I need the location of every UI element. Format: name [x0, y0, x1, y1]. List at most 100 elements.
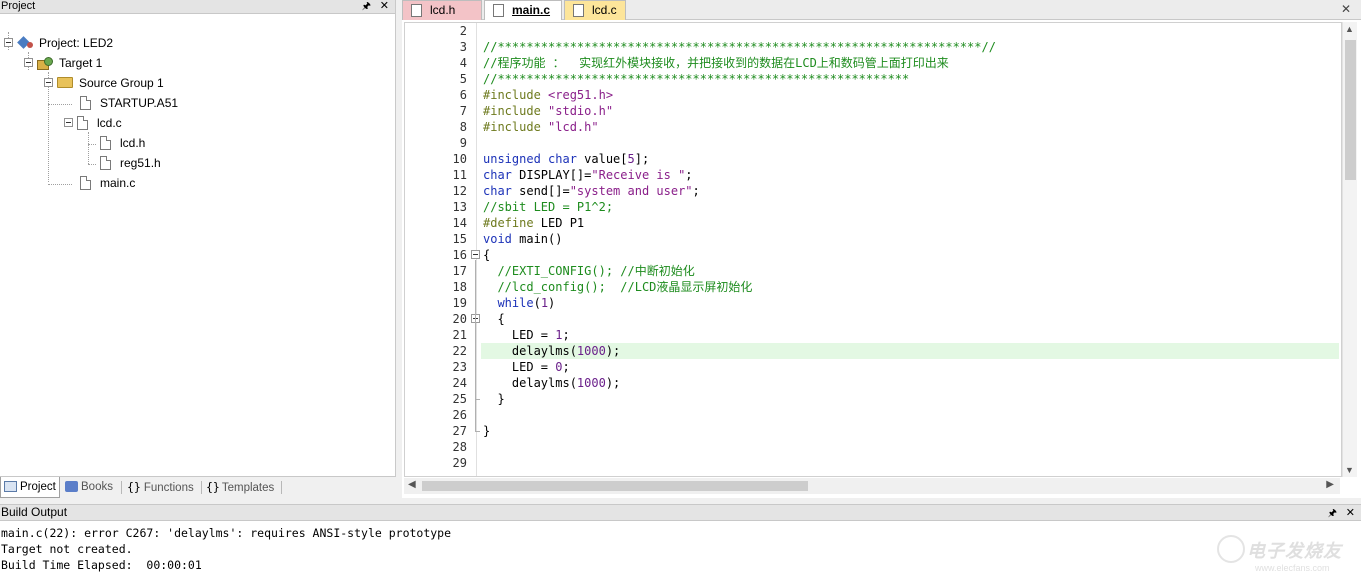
- code-line[interactable]: //**************************************…: [483, 71, 909, 87]
- code-line[interactable]: {: [483, 247, 490, 263]
- code-token: #define: [483, 216, 541, 230]
- line-number: 20: [452, 312, 467, 326]
- divider: [121, 481, 122, 494]
- tree-item-file[interactable]: lcd.c: [64, 112, 122, 132]
- tree-item-label: Project: LED2: [39, 35, 114, 50]
- scroll-right-icon[interactable]: ▶: [1326, 479, 1334, 490]
- tree-item-file[interactable]: STARTUP.A51: [80, 92, 178, 112]
- file-icon: [411, 4, 422, 17]
- scroll-left-icon[interactable]: ◀: [408, 479, 416, 490]
- code-token: while: [497, 296, 534, 310]
- fold-guide: [475, 431, 480, 432]
- tree-item-project[interactable]: Project: LED2: [4, 32, 113, 52]
- tree-item-source-group[interactable]: Source Group 1: [44, 72, 164, 92]
- tree-item-file[interactable]: main.c: [80, 172, 135, 192]
- code-line[interactable]: //sbit LED = P1^2;: [483, 199, 613, 215]
- code-token: {: [483, 248, 491, 262]
- code-line[interactable]: #include <reg51.h>: [483, 87, 613, 103]
- code-line[interactable]: //程序功能 ： 实现红外模块接收，并把接收到的数据在LCD上和数码管上面打印出…: [483, 55, 949, 71]
- code-token: char: [548, 152, 585, 166]
- code-line[interactable]: #include "stdio.h": [483, 103, 613, 119]
- code-line[interactable]: char send[]="system and user";: [483, 183, 700, 199]
- tab-functions[interactable]: {} Functions: [124, 477, 200, 498]
- target-icon: [37, 56, 53, 70]
- code-line[interactable]: }: [483, 423, 490, 439]
- tab-project[interactable]: Project: [0, 477, 60, 498]
- code-token: (: [533, 296, 541, 310]
- code-line[interactable]: LED = 0;: [483, 359, 570, 375]
- tree-guide: [48, 184, 72, 185]
- code-line[interactable]: {: [483, 311, 504, 327]
- tree-item-label: Source Group 1: [79, 75, 164, 90]
- code-line[interactable]: #include "lcd.h": [483, 119, 599, 135]
- tree-item-target[interactable]: Target 1: [24, 52, 102, 72]
- line-number: 9: [459, 136, 467, 150]
- code-editor[interactable]: 2 3 4 5 6 7 8 9 10 11 12 13 14 15 16 17 18 19 20 21 22 23 24 25…: [404, 22, 1342, 477]
- line-number: 5: [459, 72, 467, 86]
- project-pane: Project 🖈 ✕ Project: LED2 Target 1 Sourc…: [0, 0, 396, 498]
- code-line[interactable]: //**************************************…: [483, 39, 996, 55]
- code-token: //**************************************…: [483, 72, 910, 86]
- project-pane-title: Project 🖈 ✕: [0, 0, 395, 14]
- code-token: }: [483, 392, 505, 406]
- code-token: <reg51.h>: [548, 88, 614, 102]
- vertical-scrollbar[interactable]: ▲ ▼: [1342, 22, 1357, 477]
- code-line[interactable]: delaylms(1000);: [483, 343, 620, 359]
- code-token: #include: [483, 104, 549, 118]
- project-icon: [17, 36, 35, 50]
- collapse-icon[interactable]: [24, 58, 33, 68]
- line-number: 15: [452, 232, 467, 246]
- code-line[interactable]: #define LED P1: [483, 215, 584, 231]
- code-token: //程序功能 ： 实现红外模块接收，并把接收到的数据在LCD上和数码管上面打印出…: [483, 56, 949, 70]
- tab-label: lcd.c: [592, 3, 617, 17]
- code-line[interactable]: while(1): [483, 295, 555, 311]
- code-line[interactable]: LED = 1;: [483, 327, 570, 343]
- code-line[interactable]: char DISPLAY[]="Receive is ";: [483, 167, 693, 183]
- code-token: //lcd_config(); //LCD液晶显示屏初始化: [483, 280, 753, 294]
- tree-item-file[interactable]: lcd.h: [100, 132, 145, 152]
- code-line[interactable]: //lcd_config(); //LCD液晶显示屏初始化: [483, 279, 752, 295]
- pin-icon[interactable]: 🖈: [362, 0, 371, 13]
- close-icon[interactable]: ✕: [1346, 506, 1355, 521]
- tree-guide: [88, 132, 89, 164]
- scrollbar-thumb[interactable]: [1345, 40, 1356, 180]
- scroll-up-icon[interactable]: ▲: [1345, 24, 1354, 34]
- code-line[interactable]: void main(): [483, 231, 562, 247]
- tab-lcd-c[interactable]: lcd.c: [564, 0, 626, 20]
- tab-templates[interactable]: {} Templates: [204, 477, 280, 498]
- tab-label: Books: [81, 481, 113, 493]
- collapse-icon[interactable]: [44, 78, 53, 88]
- tree-item-label: lcd.h: [120, 135, 146, 150]
- code-line[interactable]: delaylms(1000);: [483, 375, 620, 391]
- horizontal-scrollbar[interactable]: ◀ ▶: [404, 478, 1340, 494]
- file-icon: [573, 4, 584, 17]
- code-line[interactable]: unsigned char value[5];: [483, 151, 649, 167]
- tree-item-label: main.c: [100, 175, 136, 190]
- line-number: 8: [459, 120, 467, 134]
- code-token: DISPLAY[]=: [519, 168, 592, 182]
- code-token: //EXTI_CONFIG(); //中断初始化: [483, 264, 695, 278]
- line-number: 3: [459, 40, 467, 54]
- fold-toggle-icon[interactable]: [471, 250, 480, 259]
- collapse-icon[interactable]: [64, 118, 73, 128]
- tree-item-file[interactable]: reg51.h: [100, 152, 161, 172]
- close-icon[interactable]: ✕: [1341, 2, 1357, 16]
- scrollbar-thumb[interactable]: [422, 481, 808, 491]
- build-output-line: Target not created.: [1, 542, 133, 556]
- tab-lcd-h[interactable]: lcd.h: [402, 0, 482, 20]
- build-output-line: main.c(22): error C267: 'delaylms': requ…: [1, 526, 452, 540]
- folder-icon: [57, 77, 73, 89]
- code-line[interactable]: }: [483, 391, 505, 407]
- scroll-down-icon[interactable]: ▼: [1345, 465, 1354, 475]
- tab-books[interactable]: Books: [62, 477, 118, 498]
- code-line[interactable]: //EXTI_CONFIG(); //中断初始化: [483, 263, 695, 279]
- collapse-icon[interactable]: [4, 38, 13, 48]
- tab-main-c[interactable]: main.c: [484, 0, 562, 20]
- code-token: //**************************************…: [483, 40, 996, 54]
- close-icon[interactable]: ✕: [380, 0, 389, 13]
- line-number: 17: [452, 264, 467, 278]
- pin-icon[interactable]: 🖈: [1328, 506, 1337, 521]
- code-token: ];: [634, 152, 650, 166]
- code-token: 1000: [576, 376, 606, 390]
